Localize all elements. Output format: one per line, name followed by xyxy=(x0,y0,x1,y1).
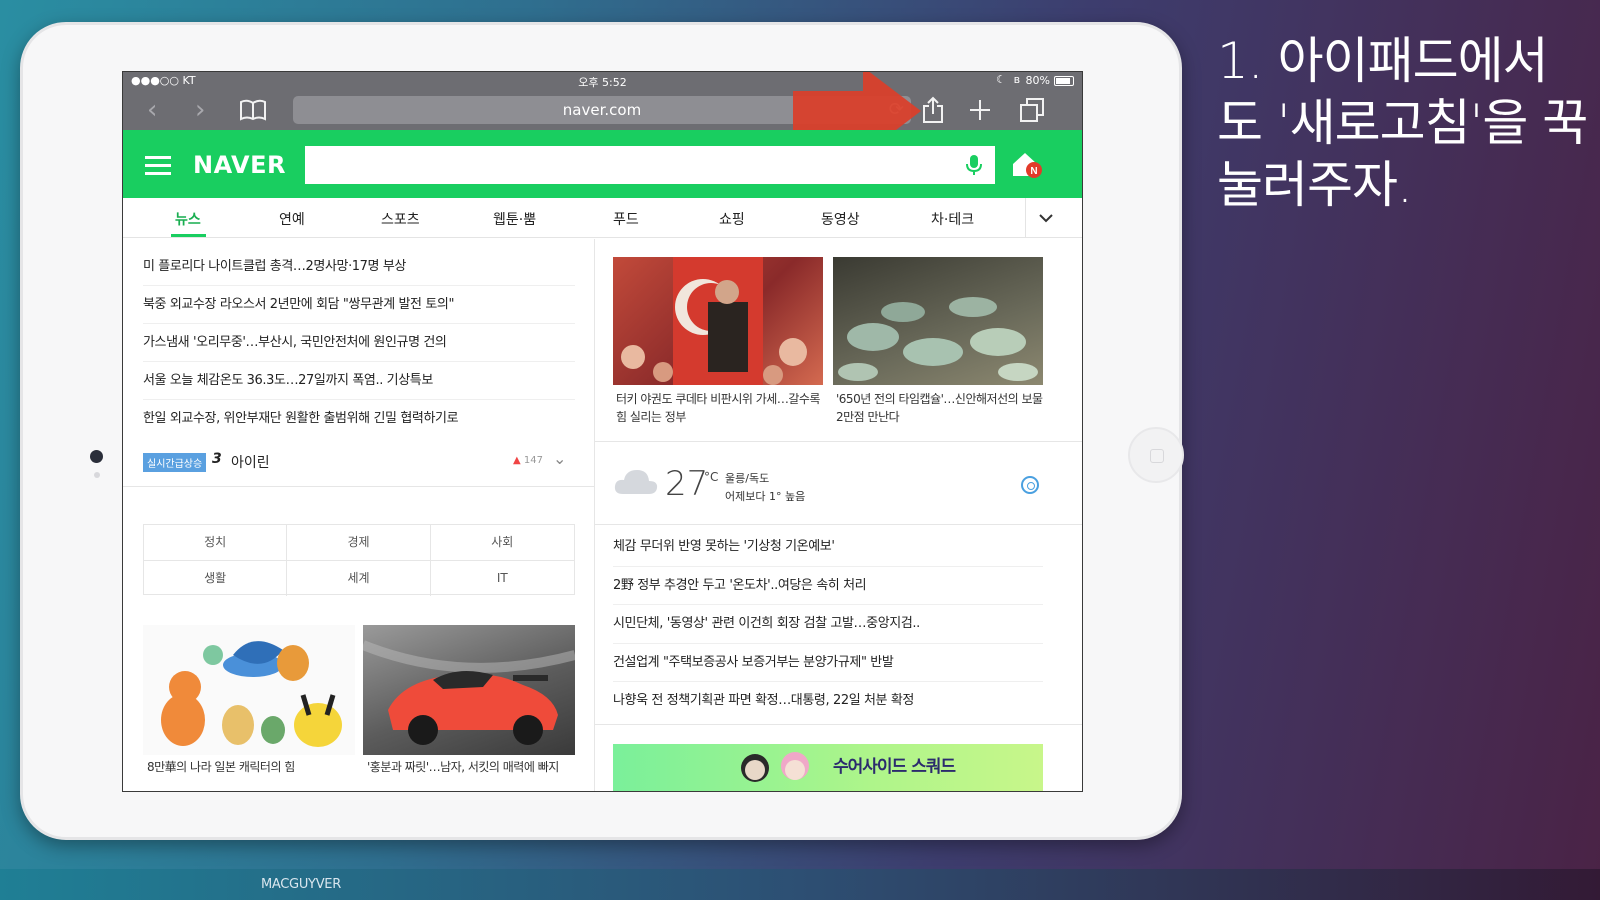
tab-food[interactable]: 푸드 xyxy=(613,209,639,229)
section-divider xyxy=(595,724,1082,725)
menu-hamburger-icon[interactable] xyxy=(145,156,171,175)
footer-bar xyxy=(0,869,1600,900)
category-it[interactable]: IT xyxy=(431,561,574,596)
weather-location: 울릉/독도 xyxy=(725,472,770,485)
trending-rank: 3 xyxy=(212,451,222,467)
safari-toolbar: ‹ › naver.com ⟳ xyxy=(123,90,1082,130)
weather-widget[interactable]: 27 °C 울릉/독도 어제보다 1° 높음 xyxy=(595,441,1082,525)
news-item[interactable]: 시민단체, '동영상' 관련 이건희 회장 검찰 고발…중앙지검.. xyxy=(613,605,1043,644)
thumb-caption[interactable]: '홍분과 짜릿'…남자, 서킷의 매력에 빠지 xyxy=(367,758,572,776)
shipwreck-treasure-thumbnail[interactable] xyxy=(833,257,1043,385)
home-notification-icon[interactable]: N xyxy=(1011,150,1043,180)
bookmarks-icon[interactable] xyxy=(239,99,267,121)
trending-count: ▲ 147 xyxy=(513,455,543,466)
trending-keyword: 아이린 xyxy=(231,455,270,471)
news-item[interactable]: 미 플로리다 나이트클럽 총격…2명사망·17명 부상 xyxy=(143,248,575,286)
thumb-caption[interactable]: 8만華의 나라 일본 캐릭터의 힘 xyxy=(147,758,352,776)
trending-count-value: 147 xyxy=(523,455,543,466)
category-life[interactable]: 생활 xyxy=(144,561,288,596)
home-button-square-icon xyxy=(1150,449,1164,463)
shipwreck-treasure-image xyxy=(838,297,1038,381)
tab-shopping[interactable]: 쇼핑 xyxy=(719,209,745,229)
back-icon[interactable]: ‹ xyxy=(147,97,157,123)
naver-logo[interactable]: NAVER xyxy=(193,151,286,179)
bluetooth-icon: ʙ xyxy=(1013,73,1020,86)
tab-sports[interactable]: 스포츠 xyxy=(381,209,420,229)
temperature-value: 27 xyxy=(665,464,709,504)
url-text: naver.com xyxy=(562,101,642,119)
category-society[interactable]: 사회 xyxy=(430,525,574,561)
tab-webtoon[interactable]: 웹툰·뿜 xyxy=(493,209,536,229)
new-tab-icon[interactable] xyxy=(969,99,991,121)
pokemon-image xyxy=(161,641,342,747)
section-divider xyxy=(123,486,594,487)
home-button[interactable] xyxy=(1128,427,1184,483)
realtime-trending[interactable]: 실시간급상승 3 아이린 ▲ 147 ⌄ xyxy=(143,447,575,475)
up-arrow-icon: ▲ xyxy=(513,455,524,466)
status-time: 오후 5:52 xyxy=(578,76,627,89)
news-item[interactable]: 건설업계 "주택보증공사 보증거부는 분양가규제" 반발 xyxy=(613,644,1043,682)
news-item[interactable]: 2野 정부 추경안 두고 '온도차'..여당은 속히 처리 xyxy=(613,567,1043,605)
ad-characters-image xyxy=(741,752,809,782)
cloud-icon xyxy=(614,470,658,494)
caption-line-2: 도 '새로고침'을 꾹 xyxy=(1217,94,1588,152)
news-item[interactable]: 나향욱 전 정책기획관 파면 확정…대통령, 22일 처분 확정 xyxy=(613,682,1043,721)
news-item[interactable]: 체감 무더위 반영 못하는 '기상청 기온예보' xyxy=(613,528,1043,567)
trending-expand-icon[interactable]: ⌄ xyxy=(553,449,566,468)
porsche-image xyxy=(363,640,575,745)
temperature-unit: °C xyxy=(704,470,719,484)
light-sensor xyxy=(94,472,100,478)
footer-label: MACGUYVER xyxy=(261,877,341,892)
location-target-icon[interactable] xyxy=(1021,476,1039,494)
category-economy[interactable]: 경제 xyxy=(287,525,431,561)
caption-line-1: 1. 아이패드에서 xyxy=(1217,32,1549,90)
news-category-grid: 정치 경제 사회 생활 세계 IT xyxy=(143,524,575,596)
thumb-caption[interactable]: '650년 전의 타임캡슐'…신안해저선의 보물 2만점 만난다 xyxy=(836,390,1044,426)
turkey-rally-thumbnail[interactable] xyxy=(613,257,823,385)
ad-title: 수어사이드 스쿼드 xyxy=(833,757,956,777)
battery-percent: 80% xyxy=(1025,74,1050,87)
turkey-rally-image xyxy=(621,257,807,385)
chevron-down-icon xyxy=(1039,214,1053,223)
front-camera xyxy=(90,450,103,463)
right-news-list: 체감 무더위 반영 못하는 '기상청 기온예보' 2野 정부 추경안 두고 '온… xyxy=(613,528,1043,721)
news-item[interactable]: 가스냄새 '오리무중'…부산시, 국민안전처에 원인규명 건의 xyxy=(143,324,575,362)
news-item[interactable]: 한일 외교수장, 위안부재단 원활한 출범위해 긴밀 협력하기로 xyxy=(143,400,575,438)
microphone-icon[interactable] xyxy=(963,154,985,176)
tab-video[interactable]: 동영상 xyxy=(821,209,860,229)
share-icon[interactable] xyxy=(921,96,945,124)
ipad-screen: ●●●○○ KT 오후 5:52 ☾ ʙ 80% ‹ › naver.com ⟳ xyxy=(122,71,1083,792)
tabs-more-button[interactable] xyxy=(1025,198,1065,238)
pokemon-thumbnail[interactable] xyxy=(143,625,355,755)
category-tabs: 뉴스 연예 스포츠 웹툰·뿜 푸드 쇼핑 동영상 차·테크 xyxy=(123,198,1082,238)
tab-car-tech[interactable]: 차·테크 xyxy=(931,209,974,229)
category-world[interactable]: 세계 xyxy=(287,561,431,596)
battery-icon xyxy=(1054,76,1074,86)
forward-icon[interactable]: › xyxy=(195,97,205,123)
news-item[interactable]: 서울 오늘 체감온도 36.3도…27일까지 폭염.. 기상특보 xyxy=(143,362,575,400)
porsche-thumbnail[interactable] xyxy=(363,625,575,755)
status-bar: ●●●○○ KT 오후 5:52 ☾ ʙ 80% xyxy=(123,72,1082,90)
tabs-icon[interactable] xyxy=(1019,97,1045,123)
weather-comparison: 어제보다 1° 높음 xyxy=(725,490,806,503)
category-politics[interactable]: 정치 xyxy=(144,525,288,561)
instruction-caption: 1. 아이패드에서 도 '새로고침'을 꾹 눌러주자. xyxy=(1217,30,1597,216)
tab-entertainment[interactable]: 연예 xyxy=(279,209,305,229)
trending-badge: 실시간급상승 xyxy=(143,453,207,472)
svg-text:N: N xyxy=(1030,166,1037,177)
ad-banner[interactable]: 수어사이드 스쿼드 xyxy=(613,744,1043,791)
naver-header: NAVER N xyxy=(123,130,1082,198)
active-tab-indicator xyxy=(171,234,206,237)
caption-line-3: 눌러주자. xyxy=(1217,156,1413,214)
search-input[interactable] xyxy=(305,146,995,184)
news-item[interactable]: 북중 외교수장 라오스서 2년만에 회담 "쌍무관계 발전 토의" xyxy=(143,286,575,324)
thumb-caption[interactable]: 터키 야권도 쿠데타 비판시위 가세…갈수록 힘 실리는 정부 xyxy=(616,390,824,426)
dnd-moon-icon: ☾ xyxy=(996,73,1006,86)
tab-news[interactable]: 뉴스 xyxy=(175,209,201,229)
left-news-list: 미 플로리다 나이트클럽 총격…2명사망·17명 부상 북중 외교수장 라오스서… xyxy=(143,248,575,438)
